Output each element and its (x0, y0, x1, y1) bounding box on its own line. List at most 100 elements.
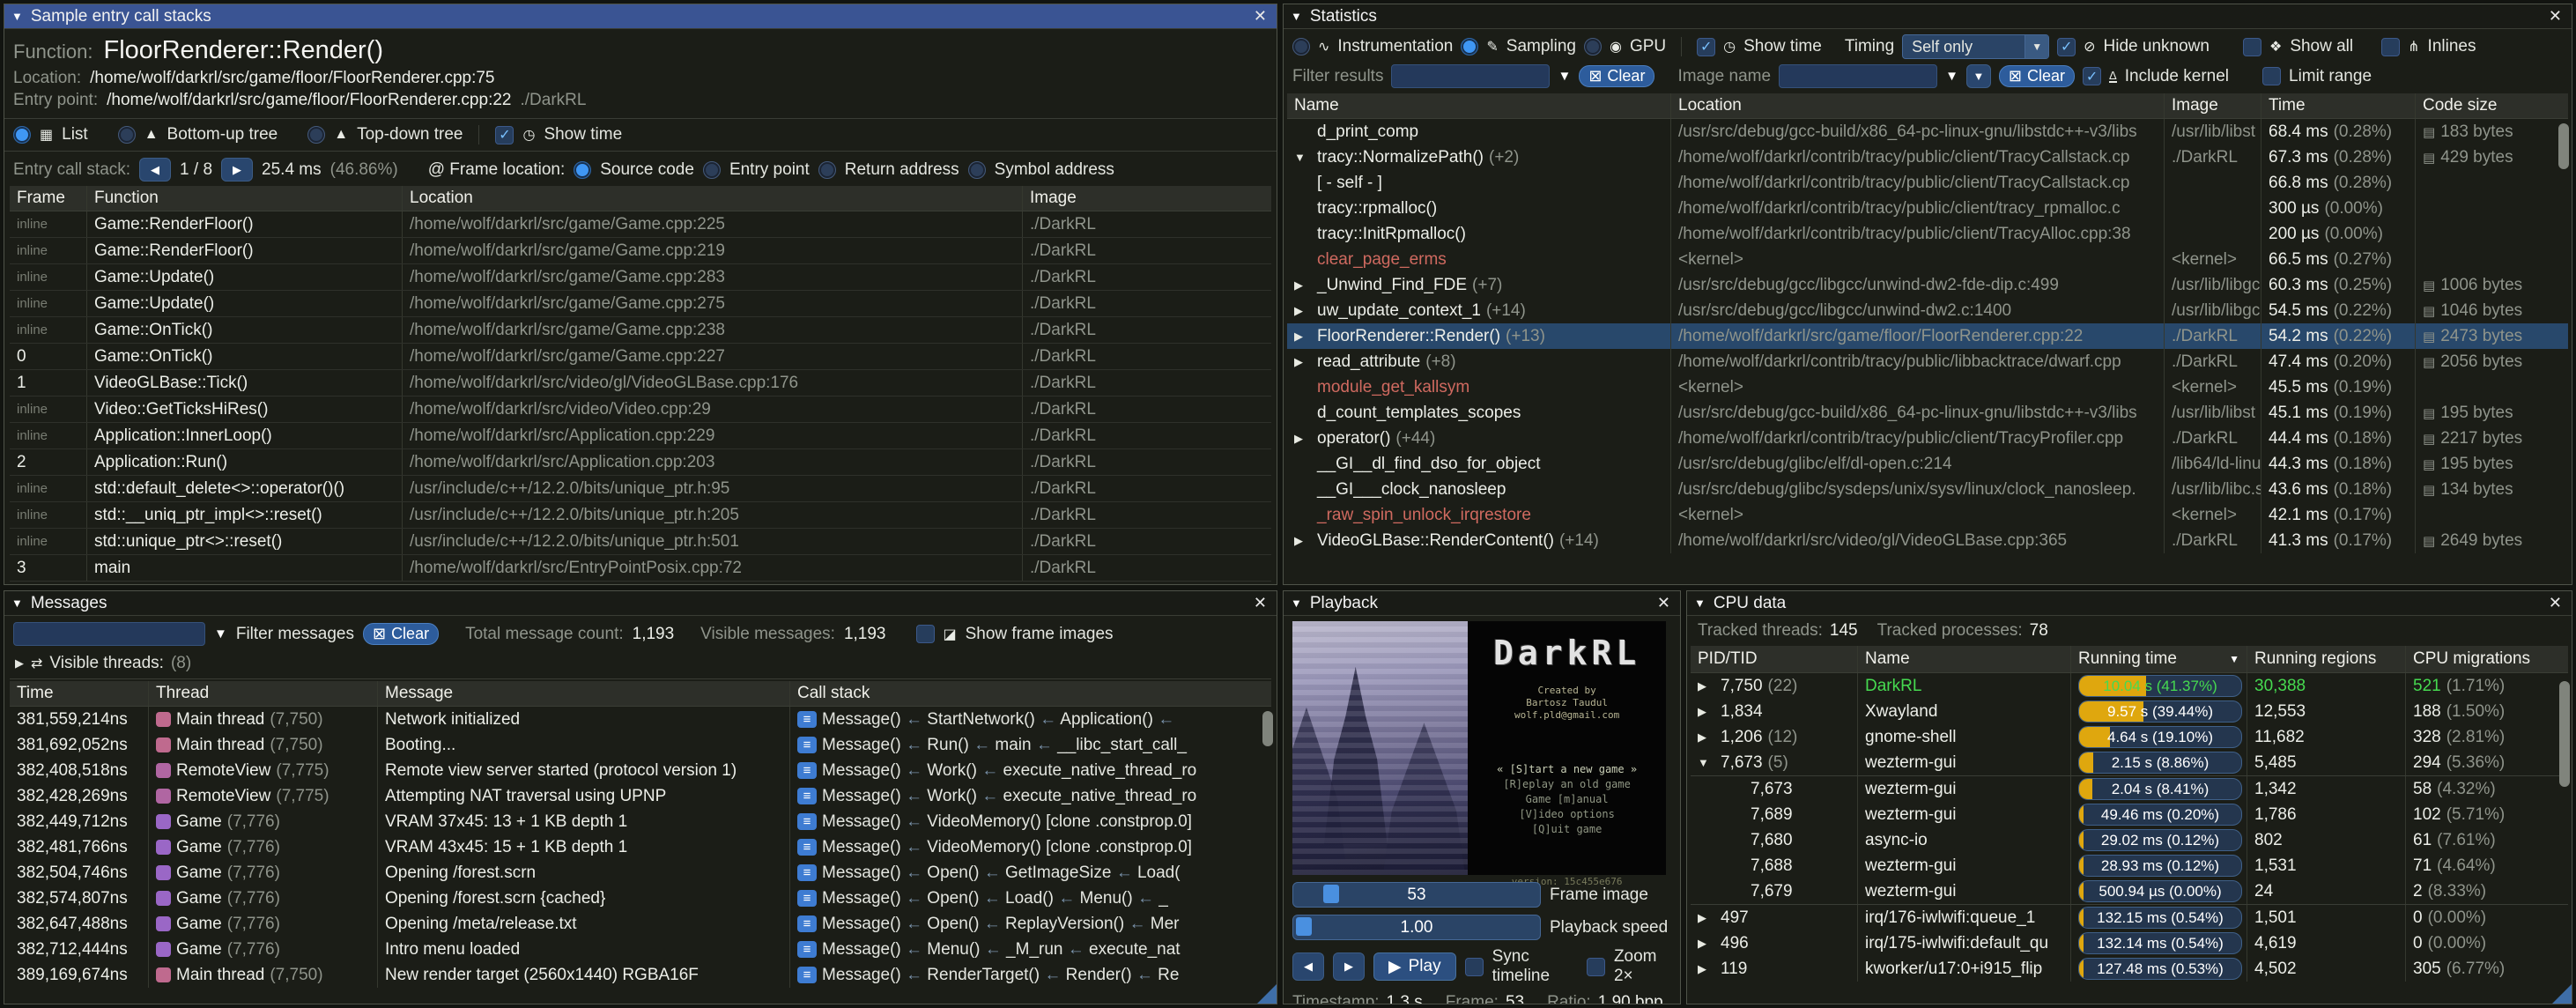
table-row[interactable]: ▶ 7,750 (22) DarkRL 10.04 s (41.37%) 30,… (1691, 673, 2568, 699)
radio-instrumentation[interactable] (1292, 38, 1310, 56)
radio-return-address[interactable] (818, 161, 836, 179)
radio-list[interactable] (13, 126, 31, 144)
close-icon[interactable]: ✕ (1654, 594, 1673, 612)
col-name[interactable]: Name (1858, 646, 2071, 672)
expand-icon[interactable]: ▶ (1294, 278, 1312, 293)
col-time[interactable]: Time (10, 681, 149, 706)
cpu-scrollbar-thumb[interactable] (2559, 681, 2570, 787)
table-row[interactable]: ▶ 497 irq/176-iwlwifi:queue_1 132.15 ms … (1691, 904, 2568, 930)
table-row[interactable]: ▼ 7,673 (5) wezterm-gui 2.15 s (8.86%) 5… (1691, 750, 2568, 775)
expand-icon[interactable]: ▼ (1698, 756, 1715, 769)
expand-icon[interactable]: ▶ (1294, 304, 1312, 318)
table-row[interactable]: d_count_templates_scopes /usr/src/debug/… (1287, 400, 2568, 426)
col-location[interactable]: Location (1671, 93, 2165, 118)
col-name[interactable]: Name (1287, 93, 1671, 118)
table-row[interactable]: inline Application::InnerLoop() /home/wo… (10, 423, 1271, 449)
table-row[interactable]: ▶ 496 irq/175-iwlwifi:default_qu 132.14 … (1691, 930, 2568, 956)
col-image[interactable]: Image (2165, 93, 2261, 118)
expand-icon[interactable]: ▼ (1294, 151, 1312, 164)
table-row[interactable]: 382,449,712ns Game (7,776) VRAM 37x45: 1… (10, 809, 1271, 834)
table-row[interactable]: ▶ VideoGLBase::RenderContent() (+14) /ho… (1287, 528, 2568, 553)
call-stack-icon[interactable]: ≡ (797, 890, 817, 907)
image-dropdown-button[interactable]: ▼ (1966, 64, 1991, 88)
radio-entry-point[interactable] (703, 161, 721, 179)
call-stack-icon[interactable]: ≡ (797, 967, 817, 983)
prev-stack-button[interactable]: ◀ (139, 158, 171, 182)
table-row[interactable]: [ - self - ] /home/wolf/darkrl/contrib/t… (1287, 170, 2568, 196)
call-stack-icon[interactable]: ≡ (797, 762, 817, 779)
table-row[interactable]: inline Game::RenderFloor() /home/wolf/da… (10, 211, 1271, 238)
table-row[interactable]: 7,673 wezterm-gui 2.04 s (8.41%) 1,342 5… (1691, 775, 2568, 802)
table-row[interactable]: inline Game::Update() /home/wolf/darkrl/… (10, 291, 1271, 317)
table-row[interactable]: 2 Application::Run() /home/wolf/darkrl/s… (10, 449, 1271, 476)
zoom-2x-checkbox[interactable]: ✓ (1587, 958, 1605, 976)
table-row[interactable]: inline std::default_delete<>::operator()… (10, 476, 1271, 502)
clear-image-filter-button[interactable]: ⊠Clear (1999, 65, 2075, 87)
call-stack-icon[interactable]: ≡ (797, 737, 817, 753)
table-row[interactable]: 382,647,488ns Game (7,776) Opening /meta… (10, 911, 1271, 937)
play-button[interactable]: ▶Play (1373, 952, 1456, 981)
radio-bottom-up[interactable] (118, 126, 136, 144)
expand-icon[interactable]: ▶ (1698, 705, 1715, 719)
expand-icon[interactable]: ▶ (15, 656, 24, 671)
table-row[interactable]: 381,692,052ns Main thread (7,750) Bootin… (10, 732, 1271, 758)
col-thread[interactable]: Thread (149, 681, 378, 706)
filter-funnel-icon[interactable]: ▼ (1945, 69, 1958, 84)
frame-slider[interactable]: 53 (1292, 882, 1541, 908)
col-location[interactable]: Location (403, 186, 1023, 211)
table-row[interactable]: inline Game::RenderFloor() /home/wolf/da… (10, 238, 1271, 264)
show-time-checkbox[interactable]: ✓ (495, 126, 514, 145)
radio-source-code[interactable] (574, 161, 591, 179)
call-stack-icon[interactable]: ≡ (797, 813, 817, 830)
expand-icon[interactable]: ▶ (1294, 355, 1312, 369)
resize-handle[interactable] (2552, 984, 2572, 1004)
table-row[interactable]: inline Video::GetTicksHiRes() /home/wolf… (10, 397, 1271, 423)
close-icon[interactable]: ✕ (2546, 594, 2565, 612)
collapse-icon[interactable]: ▼ (11, 597, 23, 610)
hide-unknown-checkbox[interactable]: ✓ (2057, 38, 2076, 56)
filter-funnel-icon[interactable]: ▼ (1558, 69, 1571, 84)
table-row[interactable]: 389,169,674ns Main thread (7,750) New re… (10, 962, 1271, 988)
call-stack-icon[interactable]: ≡ (797, 864, 817, 881)
col-time[interactable]: Time (2261, 93, 2416, 118)
clear-button[interactable]: ⊠Clear (363, 623, 439, 645)
message-filter-input[interactable] (13, 622, 205, 646)
table-row[interactable]: ▶ 119 kworker/u17:0+i915_flip 127.48 ms … (1691, 956, 2568, 982)
speed-slider[interactable]: 1.00 (1292, 915, 1541, 940)
close-icon[interactable]: ✕ (1251, 7, 1269, 26)
close-icon[interactable]: ✕ (1251, 594, 1269, 612)
table-row[interactable]: 382,712,444ns Game (7,776) Intro menu lo… (10, 937, 1271, 962)
image-name-input[interactable] (1779, 64, 1937, 88)
resize-handle[interactable] (1257, 984, 1277, 1004)
table-row[interactable]: 382,574,807ns Game (7,776) Opening /fore… (10, 886, 1271, 911)
col-cpu-migrations[interactable]: CPU migrations (2406, 646, 2559, 672)
prev-frame-button[interactable]: ◀ (1292, 952, 1324, 981)
table-row[interactable]: ▶ uw_update_context_1 (+14) /usr/src/deb… (1287, 298, 2568, 323)
col-code-size[interactable]: Code size (2416, 93, 2545, 118)
next-stack-button[interactable]: ▶ (221, 158, 253, 182)
close-icon[interactable]: ✕ (2546, 7, 2565, 26)
table-row[interactable]: ▼ tracy::NormalizePath() (+2) /home/wolf… (1287, 145, 2568, 170)
clear-filter-button[interactable]: ⊠Clear (1579, 65, 1654, 87)
table-row[interactable]: ▶ _Unwind_Find_FDE (+7) /usr/src/debug/g… (1287, 272, 2568, 298)
table-row[interactable]: tracy::rpmalloc() /home/wolf/darkrl/cont… (1287, 196, 2568, 221)
frame-image-thumbnail[interactable]: DarkRL Created by Bartosz Taudul wolf.pl… (1292, 621, 1666, 875)
table-row[interactable]: 7,679 wezterm-gui 500.94 µs (0.00%) 24 2… (1691, 878, 2568, 904)
inlines-checkbox[interactable]: ✓ (2381, 38, 2400, 56)
limit-range-checkbox[interactable]: ✓ (2262, 67, 2281, 85)
radio-top-down[interactable] (307, 126, 325, 144)
call-stack-icon[interactable]: ≡ (797, 941, 817, 958)
sync-timeline-checkbox[interactable]: ✓ (1465, 958, 1484, 976)
col-running-regions[interactable]: Running regions (2247, 646, 2406, 672)
table-row[interactable]: ▶ read_attribute (+8) /home/wolf/darkrl/… (1287, 349, 2568, 374)
col-message[interactable]: Message (378, 681, 790, 706)
col-running-time[interactable]: Running time▼ (2071, 646, 2247, 672)
timing-dropdown[interactable]: Self only ▼ (1902, 34, 2049, 59)
table-row[interactable]: clear_page_erms <kernel> <kernel> 66.5 m… (1287, 247, 2568, 272)
call-stack-icon[interactable]: ≡ (797, 915, 817, 932)
table-row[interactable]: 1 VideoGLBase::Tick() /home/wolf/darkrl/… (10, 370, 1271, 397)
stats-scrollbar-thumb[interactable] (2558, 123, 2569, 169)
table-row[interactable]: 7,680 async-io 29.02 ms (0.12%) 802 61(7… (1691, 827, 2568, 853)
table-row[interactable]: tracy::InitRpmalloc() /home/wolf/darkrl/… (1287, 221, 2568, 247)
table-row[interactable]: ▶ 1,206 (12) gnome-shell 4.64 s (19.10%)… (1691, 724, 2568, 750)
